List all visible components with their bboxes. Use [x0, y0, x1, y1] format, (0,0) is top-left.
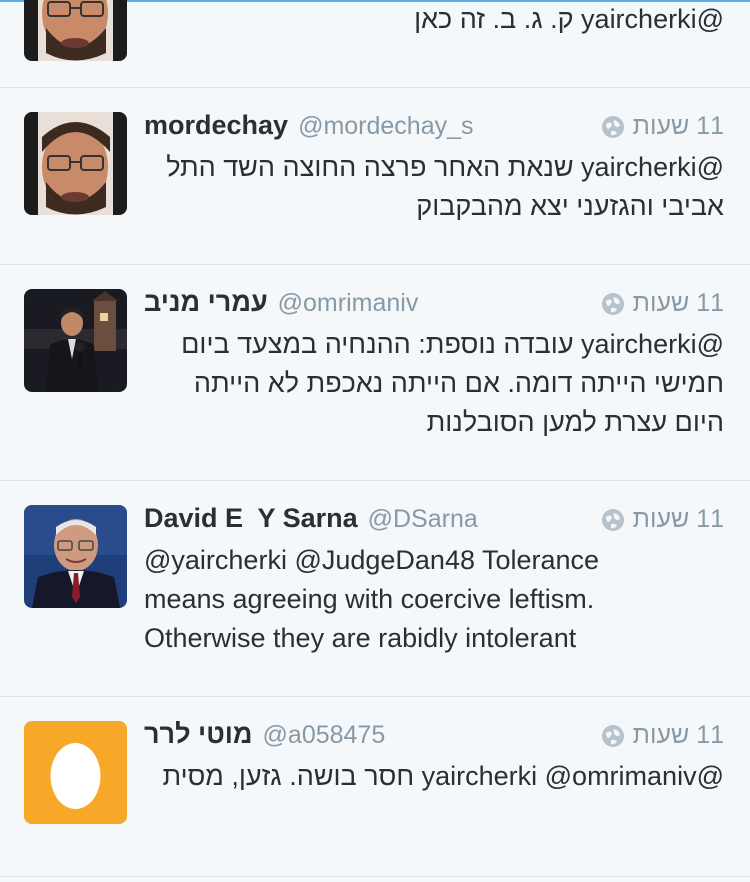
user-handle[interactable]: @omrimaniv — [278, 289, 419, 317]
user-handle[interactable]: @a058475 — [263, 721, 386, 749]
user-handle[interactable]: @mordechay_s — [298, 112, 473, 140]
avatar[interactable] — [24, 505, 127, 608]
tweet-item[interactable]: @yaircherki ק. ג. ב. זה כאן — [0, 0, 750, 88]
globe-icon — [601, 292, 625, 316]
tweet-item[interactable]: מוטי לרר @a058475 11 שעות @yaircherki @om… — [0, 697, 750, 877]
man-glasses-beard-photo-icon — [24, 0, 127, 61]
timestamp[interactable]: 11 שעות — [633, 505, 724, 534]
tweet-item[interactable]: עמרי מניב @omrimaniv 11 שעות @yaircherki … — [0, 265, 750, 481]
older-man-suit-photo-icon — [24, 505, 127, 608]
tweet-meta: 11 שעות — [601, 289, 724, 318]
user-name[interactable]: David E Y Sarna @DSarna — [144, 503, 478, 534]
user-name[interactable]: mordechay @mordechay_s — [144, 110, 474, 141]
tweet-text: @yaircherki @omrimaniv חסר בושה. גזען, מ… — [162, 761, 724, 791]
user-name[interactable]: עמרי מניב @omrimaniv — [144, 287, 418, 318]
tweet-header: David E Y Sarna @DSarna 11 שעות — [144, 503, 724, 537]
tweet-header: מוטי לרר @a058475 11 שעות — [144, 719, 724, 753]
tweet-item[interactable]: mordechay @mordechay_s 11 שעות @yaircherk… — [0, 88, 750, 265]
avatar[interactable] — [24, 0, 127, 61]
avatar[interactable] — [24, 112, 127, 215]
avatar[interactable] — [24, 721, 127, 824]
globe-icon — [601, 115, 625, 139]
timestamp[interactable]: 11 שעות — [633, 289, 724, 318]
tweet-text: @yaircherki @JudgeDan48 Tolerance means … — [144, 545, 600, 653]
tweet-header: עמרי מניב @omrimaniv 11 שעות — [144, 287, 724, 321]
timestamp[interactable]: 11 שעות — [633, 112, 724, 141]
reporter-with-microphone-photo-icon — [24, 289, 127, 392]
man-glasses-beard-photo-icon — [24, 112, 127, 215]
tweet-meta: 11 שעות — [601, 112, 724, 141]
user-name[interactable]: מוטי לרר @a058475 — [144, 719, 385, 750]
user-handle[interactable]: @DSarna — [368, 505, 478, 533]
timestamp[interactable]: 11 שעות — [633, 721, 724, 750]
globe-icon — [601, 508, 625, 532]
tweet-header: mordechay @mordechay_s 11 שעות — [144, 110, 724, 144]
tweet-meta: 11 שעות — [601, 505, 724, 534]
default-egg-avatar-icon — [24, 721, 127, 824]
tweet-item[interactable]: David E Y Sarna @DSarna 11 שעות @yaircher… — [0, 481, 750, 697]
tweet-meta: 11 שעות — [601, 721, 724, 750]
avatar[interactable] — [24, 289, 127, 392]
tweet-text: @yaircherki שנאת האחר פרצה החוצה השד התל… — [166, 152, 724, 221]
globe-icon — [601, 724, 625, 748]
tweet-text: @yaircherki עובדה נוספת: ההנחיה במצעד בי… — [181, 329, 724, 437]
tweet-text: @yaircherki ק. ג. ב. זה כאן — [414, 4, 724, 34]
